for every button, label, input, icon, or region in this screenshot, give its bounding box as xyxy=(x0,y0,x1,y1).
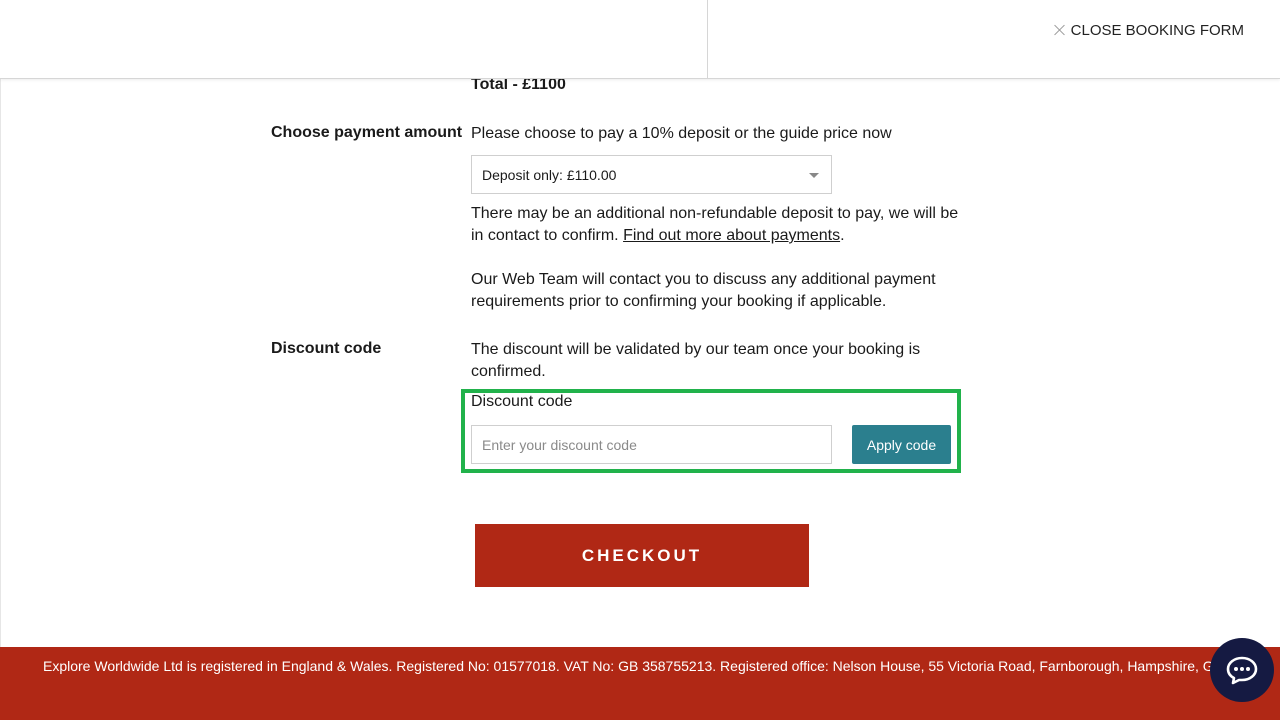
payment-amount-selected: Deposit only: £110.00 xyxy=(482,166,617,183)
payment-note-end: . xyxy=(840,227,845,244)
discount-code-input[interactable] xyxy=(471,425,832,464)
close-booking-form-button[interactable]: CLOSE BOOKING FORM xyxy=(1053,20,1244,40)
payment-note: There may be an additional non-refundabl… xyxy=(471,203,961,247)
payment-amount-select[interactable]: Deposit only: £110.00 xyxy=(471,155,832,194)
checkout-button[interactable]: CHECKOUT xyxy=(475,524,809,587)
payment-amount-label: Choose payment amount xyxy=(271,124,463,141)
apply-code-button[interactable]: Apply code xyxy=(852,425,951,464)
chat-button[interactable] xyxy=(1210,638,1274,702)
left-border xyxy=(0,79,1,647)
chevron-down-icon xyxy=(809,173,819,178)
header-divider xyxy=(707,0,708,79)
discount-info: The discount will be validated by our te… xyxy=(471,341,921,380)
booking-form-page: CLOSE BOOKING FORM Total - £1100 Choose … xyxy=(0,0,1280,720)
close-icon xyxy=(1053,23,1067,37)
header-bar: CLOSE BOOKING FORM xyxy=(0,0,1280,79)
footer: Explore Worldwide Ltd is registered in E… xyxy=(0,647,1280,720)
payments-info-link[interactable]: Find out more about payments xyxy=(623,227,840,244)
close-booking-form-label: CLOSE BOOKING FORM xyxy=(1070,21,1244,39)
web-team-contact-note: Our Web Team will contact you to discuss… xyxy=(471,271,936,310)
discount-code-label: Discount code xyxy=(271,340,382,357)
discount-field-label: Discount code xyxy=(471,393,573,410)
payment-instruction: Please choose to pay a 10% deposit or th… xyxy=(471,125,892,142)
footer-legal-text: Explore Worldwide Ltd is registered in E… xyxy=(43,658,1240,674)
chat-bubble-icon xyxy=(1226,656,1258,685)
